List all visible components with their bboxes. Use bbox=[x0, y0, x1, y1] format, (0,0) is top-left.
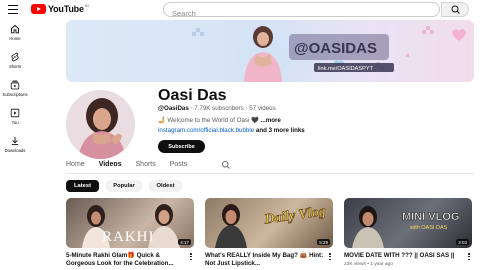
tab-shorts[interactable]: Shorts bbox=[136, 157, 156, 173]
thumbnail-subtext: with OASI DAS bbox=[409, 225, 448, 231]
logo-text: YouTube bbox=[48, 4, 84, 14]
shorts-icon bbox=[11, 52, 19, 62]
sidebar-item-downloads[interactable]: Downloads bbox=[0, 136, 30, 162]
sidebar-item-label: Downloads bbox=[4, 148, 26, 153]
avatar-image bbox=[66, 90, 135, 159]
thumbnail-text: RAKHI bbox=[102, 229, 155, 245]
video-title[interactable]: What's REALLY Inside My Bag? 👜 Hint: Not… bbox=[205, 252, 325, 268]
thumbnail-art: Daily Vlog bbox=[215, 204, 327, 248]
video-title[interactable]: MOVIE DATE WITH ??? || OASI SAS || bbox=[344, 252, 464, 260]
menu-icon[interactable] bbox=[8, 5, 18, 14]
tab-videos[interactable]: Videos bbox=[98, 157, 122, 174]
video-title[interactable]: 5-Minute Rakhi Glam🎁 Quick & Gorgeous Lo… bbox=[66, 252, 186, 268]
sidebar-item-shorts[interactable]: Shorts bbox=[0, 52, 30, 78]
search-icon bbox=[451, 5, 460, 14]
subscriber-count: 7.79K subscribers bbox=[194, 105, 244, 112]
download-icon bbox=[11, 137, 19, 146]
subscribe-button[interactable]: Subscribe bbox=[158, 140, 205, 153]
video-count: 57 videos bbox=[249, 105, 276, 112]
search-button[interactable] bbox=[441, 2, 469, 17]
banner-handle: @OASIDAS bbox=[294, 40, 377, 57]
description-text: 🤳 Welcome to the World of Oasi 🖤 bbox=[158, 117, 259, 124]
filter-oldest[interactable]: Oldest bbox=[149, 180, 182, 192]
search-input[interactable] bbox=[164, 7, 404, 20]
sidebar-item-label: Home bbox=[9, 36, 21, 41]
video-duration: 4:17 bbox=[178, 239, 191, 245]
video-card[interactable]: Daily Vlog 5:29 What's REALLY Inside My … bbox=[205, 198, 333, 267]
search-box bbox=[163, 2, 440, 20]
youtube-channel-page: YouTube IN Home Shorts bbox=[0, 0, 480, 270]
tab-home[interactable]: Home bbox=[66, 157, 85, 173]
filter-latest[interactable]: Latest bbox=[66, 180, 99, 192]
more-options-icon[interactable] bbox=[329, 253, 331, 261]
thumbnail-text: Daily Vlog bbox=[262, 204, 326, 228]
video-thumbnail[interactable]: MINI VLOG with OASI DAS 3:03 bbox=[344, 198, 472, 248]
meta-separator: ‧ bbox=[190, 105, 193, 112]
more-link[interactable]: ...more bbox=[261, 117, 281, 124]
instagram-link[interactable]: instagram.com/official.black.bubble bbox=[158, 127, 254, 134]
thumbnail-art: RAKHI bbox=[82, 204, 180, 248]
sidebar: Home Shorts Subscriptions You Downloads bbox=[0, 20, 30, 270]
video-duration: 3:03 bbox=[456, 239, 469, 245]
channel-tabs: Home Videos Shorts Posts bbox=[66, 157, 201, 174]
more-options-icon[interactable] bbox=[468, 253, 470, 261]
tab-posts[interactable]: Posts bbox=[170, 157, 188, 173]
channel-handle: @OasiDas bbox=[158, 105, 189, 112]
home-icon bbox=[11, 24, 19, 34]
sidebar-item-label: Subscriptions bbox=[2, 92, 28, 97]
banner-link: link.me/OASIDASPYT bbox=[318, 66, 374, 72]
channel-meta: @OasiDas ‧ 7.79K subscribers ‧ 57 videos bbox=[158, 105, 276, 112]
more-links[interactable]: and 3 more links bbox=[254, 127, 305, 134]
sidebar-item-you[interactable]: You bbox=[0, 108, 30, 134]
subscriptions-icon bbox=[10, 80, 20, 90]
meta-separator: ‧ bbox=[245, 105, 248, 112]
tabs-divider bbox=[66, 173, 474, 174]
filter-popular[interactable]: Popular bbox=[106, 180, 142, 192]
channel-links: instagram.com/official.black.bubble and … bbox=[158, 127, 305, 134]
thumbnail-art: MINI VLOG with OASI DAS bbox=[352, 206, 460, 248]
video-thumbnail[interactable]: Daily Vlog 5:29 bbox=[205, 198, 333, 248]
more-options-icon[interactable] bbox=[190, 253, 192, 261]
channel-banner: @OASIDAS link.me/OASIDASPYT bbox=[66, 20, 474, 82]
video-card[interactable]: RAKHI 4:17 5-Minute Rakhi Glam🎁 Quick & … bbox=[66, 198, 194, 267]
channel-name: Oasi Das bbox=[158, 87, 227, 104]
you-icon bbox=[10, 108, 20, 118]
thumbnail-text: MINI VLOG bbox=[402, 211, 459, 223]
youtube-play-icon bbox=[31, 4, 46, 14]
sidebar-item-home[interactable]: Home bbox=[0, 24, 30, 50]
channel-avatar[interactable] bbox=[66, 90, 135, 159]
banner-art: @OASIDAS link.me/OASIDASPYT bbox=[192, 26, 466, 82]
sidebar-item-subscriptions[interactable]: Subscriptions bbox=[0, 80, 30, 106]
video-thumbnail[interactable]: RAKHI 4:17 bbox=[66, 198, 194, 248]
channel-description[interactable]: 🤳 Welcome to the World of Oasi 🖤 ...more bbox=[158, 116, 281, 124]
youtube-logo[interactable]: YouTube IN bbox=[31, 3, 89, 14]
video-card[interactable]: MINI VLOG with OASI DAS 3:03 MOVIE DATE … bbox=[344, 198, 472, 267]
sidebar-item-label: You bbox=[11, 120, 19, 125]
channel-search-icon[interactable] bbox=[221, 160, 231, 170]
video-duration: 5:29 bbox=[317, 239, 330, 245]
top-bar: YouTube IN bbox=[0, 0, 480, 20]
video-meta: 23K views • 1 year ago bbox=[344, 262, 393, 267]
logo-country-code: IN bbox=[84, 3, 89, 8]
sidebar-item-label: Shorts bbox=[8, 64, 22, 69]
